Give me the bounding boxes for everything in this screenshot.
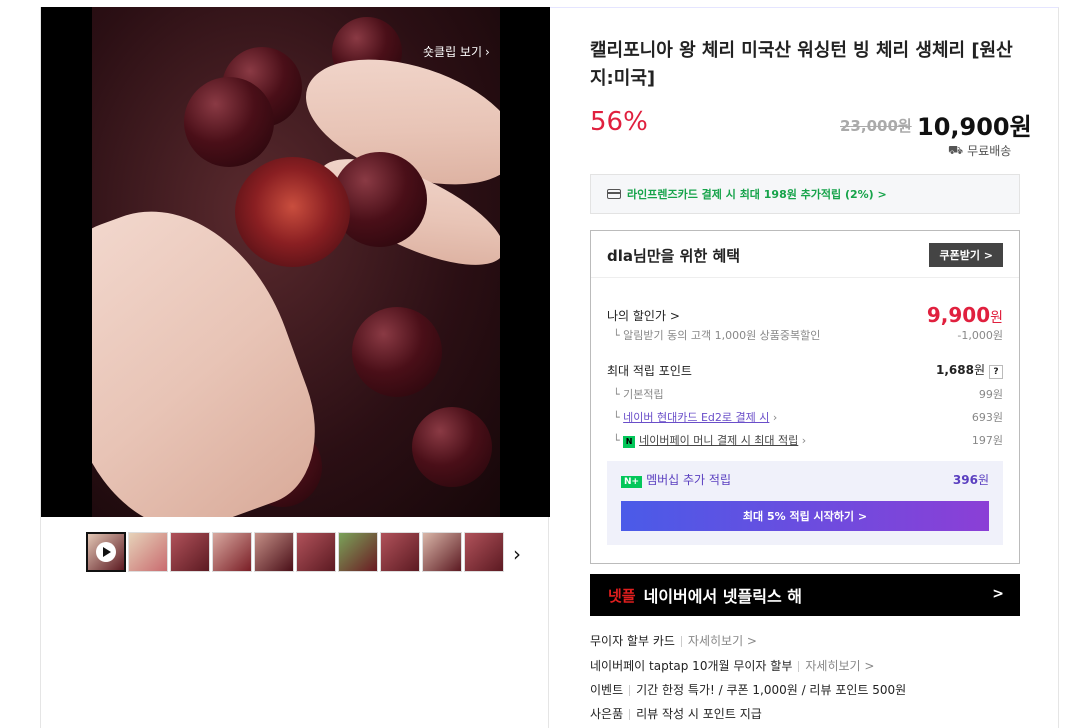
alarm-value: -1,000원 (957, 329, 1003, 342)
cherry-video-frame (92, 7, 500, 517)
info-label: 이벤트 (590, 683, 624, 697)
info-label: 사은품 (590, 707, 624, 721)
benefit-title-text: 님만을 위한 혜택 (633, 247, 741, 265)
npay-money-label[interactable]: └ N 네이버페이 머니 결제 시 최대 적립 › (607, 432, 806, 448)
my-price-row: 나의 할인가 > 9,900원 (607, 303, 1003, 327)
benefit-box: dla님만을 위한 혜택 쿠폰받기 > 나의 할인가 > 9,900원 └ 알림… (590, 230, 1020, 564)
truck-icon: ⛟ (948, 142, 964, 157)
thumbnail[interactable] (128, 532, 168, 572)
sale-price: 10,900원 (917, 113, 1032, 141)
hyundai-card-value: 693원 (971, 411, 1003, 424)
membership-start-button[interactable]: 최대 5% 적립 시작하기 > (621, 501, 989, 531)
thumbnail[interactable] (254, 532, 294, 572)
thumbnail-video[interactable] (86, 532, 126, 572)
netflix-banner[interactable]: 넷플 네이버에서 넷플릭스 해 > (590, 574, 1020, 616)
basic-points-value: 99원 (978, 388, 1003, 401)
my-price-label[interactable]: 나의 할인가 > (607, 307, 680, 324)
shipping-info: ⛟ 무료배송 (948, 142, 1011, 159)
shortclip-label: 숏클립 보기 (423, 45, 483, 59)
npay-money-row: └ N 네이버페이 머니 결제 시 최대 적립 › 197원 (607, 432, 1003, 448)
basic-points-row: └ 기본적립 99원 (607, 386, 1003, 402)
thumbnail[interactable] (380, 532, 420, 572)
thumbnail[interactable] (296, 532, 336, 572)
thumbnail-strip (86, 532, 504, 572)
hyundai-card-row: └ 네이버 현대카드 Ed2로 결제 시 › 693원 (607, 409, 1003, 425)
naver-plus-icon: N+ (621, 476, 643, 488)
hyundai-card-link[interactable]: 네이버 현대카드 Ed2로 결제 시 (623, 411, 769, 424)
shipping-label: 무료배송 (967, 144, 1012, 158)
membership-unit: 원 (977, 473, 989, 487)
divider (591, 277, 1019, 278)
netflix-logo-icon: 넷플 (608, 586, 636, 605)
event-text: 기간 한정 특가! / 쿠폰 1,000원 / 리뷰 포인트 500원 (636, 683, 907, 697)
detail-link[interactable]: 자세히보기 > (688, 634, 757, 648)
thumbnail[interactable] (338, 532, 378, 572)
alarm-label: └ 알림받기 동의 고객 1,000원 상품중복할인 (613, 329, 821, 342)
my-price-amount: 9,900 (926, 303, 991, 327)
info-row-taptap: 네이버페이 taptap 10개월 무이자 할부 자세히보기 > (590, 657, 874, 674)
max-points-unit: 원 (973, 363, 985, 377)
discount-rate: 56% (590, 107, 648, 137)
play-icon (96, 542, 116, 562)
membership-label: N+ 멤버십 추가 적립 (621, 471, 731, 488)
card-promo-banner[interactable]: 라인프렌즈카드 결제 시 최대 198원 추가적립 (2%) > (590, 174, 1020, 214)
credit-card-icon (607, 189, 621, 199)
my-price-value: 9,900원 (927, 303, 1003, 327)
shortclip-link[interactable]: 숏클립 보기 › (423, 43, 490, 60)
info-label: 네이버페이 taptap 10개월 무이자 할부 (590, 659, 793, 673)
info-column: 캘리포니아 왕 체리 미국산 워싱턴 빙 체리 생체리 [원산지:미국] 56%… (550, 7, 1059, 728)
benefit-user-name: dla (607, 247, 634, 265)
product-video[interactable]: 숏클립 보기 › (41, 7, 550, 517)
max-points-amount: 1,688 (935, 363, 974, 377)
info-row-installment: 무이자 할부 카드 자세히보기 > (590, 632, 757, 649)
thumbnail[interactable] (212, 532, 252, 572)
npay-icon: N (623, 436, 636, 448)
detail-link[interactable]: 자세히보기 > (805, 659, 874, 673)
alarm-discount-row: └ 알림받기 동의 고객 1,000원 상품중복할인 -1,000원 (607, 327, 1003, 343)
membership-row: N+ 멤버십 추가 적립 396원 (621, 471, 989, 488)
info-row-gift: 사은품 리뷰 작성 시 포인트 지급 (590, 705, 762, 722)
chevron-right-icon: › (485, 44, 490, 59)
benefit-title: dla님만을 위한 혜택 (607, 245, 740, 266)
basic-points-label: └ 기본적립 (613, 388, 664, 401)
max-points-value: 1,688원? (936, 361, 1003, 379)
npay-money-value: 197원 (971, 434, 1003, 447)
gift-text: 리뷰 작성 시 포인트 지급 (636, 707, 762, 721)
media-column: 숏클립 보기 › › (40, 7, 550, 728)
max-points-row: 최대 적립 포인트 1,688원? (607, 361, 1003, 379)
membership-value: 396원 (953, 471, 989, 488)
thumbnail[interactable] (422, 532, 462, 572)
basic-points-label-text: 기본적립 (623, 388, 664, 401)
original-price: 23,000원 (840, 117, 912, 135)
alarm-label-text: 알림받기 동의 고객 1,000원 상품중복할인 (623, 329, 821, 342)
membership-box: N+ 멤버십 추가 적립 396원 최대 5% 적립 시작하기 > (607, 461, 1003, 545)
membership-label-text: 멤버십 추가 적립 (646, 473, 731, 487)
info-row-event: 이벤트 기간 한정 특가! / 쿠폰 1,000원 / 리뷰 포인트 500원 (590, 681, 906, 698)
netflix-banner-text: 네이버에서 넷플릭스 해 (643, 587, 802, 606)
membership-amount: 396 (952, 473, 978, 487)
thumbnail[interactable] (170, 532, 210, 572)
thumbnail[interactable] (464, 532, 504, 572)
card-promo-text: 라인프렌즈카드 결제 시 최대 198원 추가적립 (2%) > (627, 188, 887, 201)
max-points-label: 최대 적립 포인트 (607, 363, 692, 378)
product-page: 숏클립 보기 › › 캘리포니아 왕 체리 미국산 워싱턴 빙 체리 생체리 [… (0, 0, 1069, 728)
npay-money-link[interactable]: 네이버페이 머니 결제 시 최대 적립 (639, 434, 798, 447)
hyundai-card-label[interactable]: └ 네이버 현대카드 Ed2로 결제 시 › (607, 409, 777, 425)
product-title: 캘리포니아 왕 체리 미국산 워싱턴 빙 체리 생체리 [원산지:미국] (590, 40, 1013, 89)
chevron-right-icon: > (992, 586, 1004, 602)
help-icon[interactable]: ? (989, 365, 1003, 379)
my-price-unit: 원 (990, 310, 1003, 326)
info-label: 무이자 할부 카드 (590, 634, 675, 648)
coupon-button[interactable]: 쿠폰받기 > (929, 243, 1003, 267)
thumbnail-next-icon[interactable]: › (513, 542, 521, 566)
